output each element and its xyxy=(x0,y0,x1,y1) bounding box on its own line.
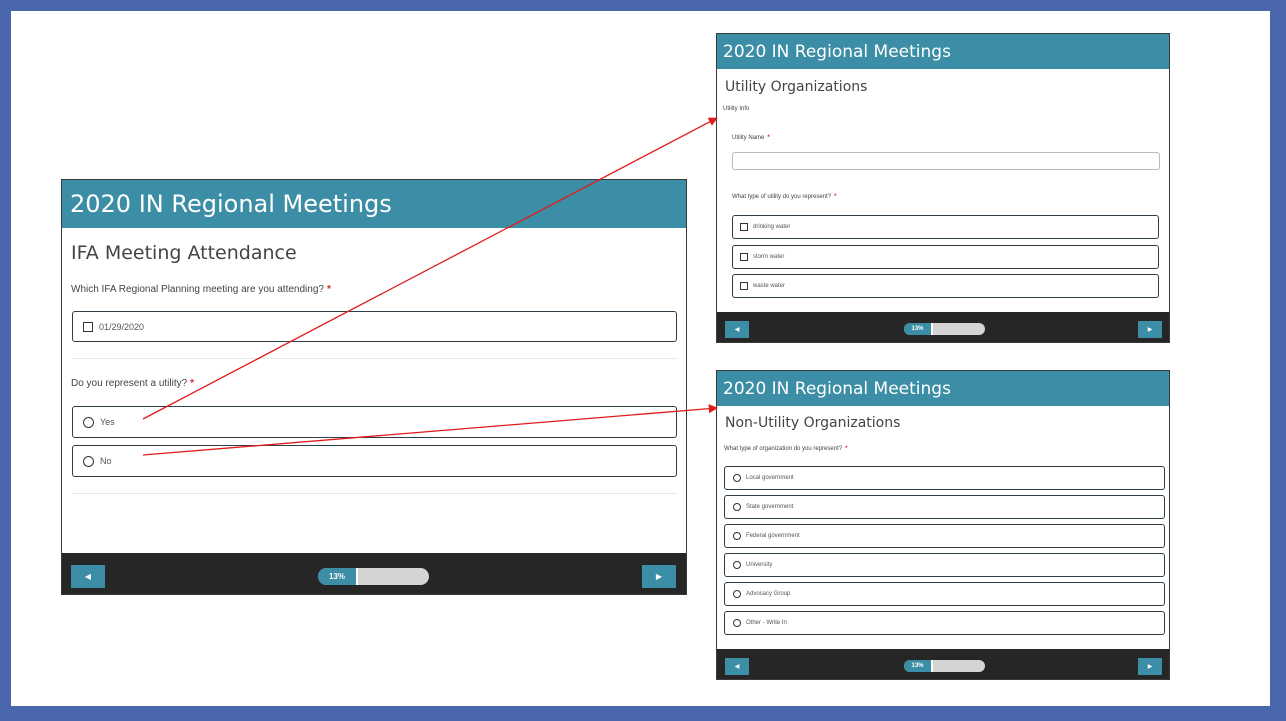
survey-header: 2020 IN Regional Meetings xyxy=(62,180,686,228)
chevron-left-icon: ◀ xyxy=(84,572,92,581)
option-state-government-label: State government xyxy=(746,504,794,510)
radio-icon[interactable] xyxy=(733,503,741,511)
option-other-write-in[interactable]: Other - Write In xyxy=(724,611,1165,635)
section-label: Utility Info xyxy=(723,106,750,112)
option-advocacy-group-label: Advocacy Group xyxy=(746,591,791,597)
utility-name-input[interactable] xyxy=(732,152,1160,170)
option-no-label: No xyxy=(100,456,112,466)
page-title: IFA Meeting Attendance xyxy=(71,242,297,264)
required-marker: * xyxy=(834,194,837,200)
chevron-left-icon: ◀ xyxy=(734,664,740,670)
required-marker: * xyxy=(190,378,195,389)
radio-icon[interactable] xyxy=(733,474,741,482)
option-federal-government[interactable]: Federal government xyxy=(724,524,1165,548)
option-federal-government-label: Federal government xyxy=(746,533,800,539)
option-state-government[interactable]: State government xyxy=(724,495,1165,519)
option-university[interactable]: University xyxy=(724,553,1165,577)
question-utility-name: Utility Name * xyxy=(732,135,770,141)
survey-title: 2020 IN Regional Meetings xyxy=(723,378,951,399)
option-meeting-date[interactable]: 01/29/2020 xyxy=(72,311,677,342)
required-marker: * xyxy=(845,446,848,452)
chevron-right-icon: ▶ xyxy=(1147,327,1153,333)
option-yes[interactable]: Yes xyxy=(72,406,677,438)
required-marker: * xyxy=(326,284,331,295)
survey-title: 2020 IN Regional Meetings xyxy=(723,41,951,62)
option-waste-water-label: waste water xyxy=(753,283,786,289)
chevron-right-icon: ▶ xyxy=(1147,664,1153,670)
previous-button[interactable]: ◀ xyxy=(725,321,749,338)
progress-label: 13% xyxy=(911,326,924,332)
option-advocacy-group[interactable]: Advocacy Group xyxy=(724,582,1165,606)
chevron-right-icon: ▶ xyxy=(655,572,663,581)
survey-footer: ◀ 13% ▶ xyxy=(717,312,1169,342)
question-utility-type: What type of utility do you represent? * xyxy=(732,194,836,200)
option-storm-water[interactable]: storm water xyxy=(732,245,1159,269)
radio-icon[interactable] xyxy=(733,561,741,569)
option-storm-water-label: storm water xyxy=(753,254,785,260)
radio-icon[interactable] xyxy=(83,455,94,467)
option-other-write-in-label: Other - Write In xyxy=(746,620,787,626)
option-local-government[interactable]: Local government xyxy=(724,466,1165,490)
radio-icon[interactable] xyxy=(733,590,741,598)
question-utility-name-label: Utility Name xyxy=(732,135,765,141)
option-local-government-label: Local government xyxy=(746,475,794,481)
divider xyxy=(72,493,677,494)
page-title: Non-Utility Organizations xyxy=(725,415,901,431)
question-organization-type-label: What type of organization do you represe… xyxy=(724,446,843,452)
option-no[interactable]: No xyxy=(72,445,677,477)
option-meeting-date-label: 01/29/2020 xyxy=(99,321,145,332)
radio-icon[interactable] xyxy=(733,619,741,627)
checkbox-icon[interactable] xyxy=(740,282,748,290)
survey-header: 2020 IN Regional Meetings xyxy=(717,34,1169,69)
option-waste-water[interactable]: waste water xyxy=(732,274,1159,298)
progress-fill: 13% xyxy=(904,660,933,672)
progress-label: 13% xyxy=(328,572,345,581)
progress-fill: 13% xyxy=(318,568,358,585)
next-button[interactable]: ▶ xyxy=(1138,321,1162,338)
survey-header: 2020 IN Regional Meetings xyxy=(717,371,1169,406)
next-button[interactable]: ▶ xyxy=(1138,658,1162,675)
option-drinking-water[interactable]: drinking water xyxy=(732,215,1159,239)
previous-button[interactable]: ◀ xyxy=(71,565,105,588)
option-yes-label: Yes xyxy=(100,417,115,427)
checkbox-icon[interactable] xyxy=(740,223,748,231)
survey-footer: ◀ 13% ▶ xyxy=(717,649,1169,679)
question-organization-type: What type of organization do you represe… xyxy=(724,446,847,452)
progress-bar: 13% xyxy=(904,323,985,335)
utility-survey-panel: 2020 IN Regional Meetings Utility Organi… xyxy=(716,33,1170,343)
question-meeting-label: Which IFA Regional Planning meeting are … xyxy=(71,284,324,295)
question-utility-type-label: What type of utility do you represent? xyxy=(732,194,832,200)
progress-fill: 13% xyxy=(904,323,933,335)
required-marker: * xyxy=(767,135,770,141)
question-meeting: Which IFA Regional Planning meeting are … xyxy=(71,284,331,295)
next-button[interactable]: ▶ xyxy=(642,565,676,588)
radio-icon[interactable] xyxy=(83,416,94,428)
progress-bar: 13% xyxy=(318,568,429,585)
previous-button[interactable]: ◀ xyxy=(725,658,749,675)
question-utility: Do you represent a utility? * xyxy=(71,378,194,389)
survey-title: 2020 IN Regional Meetings xyxy=(70,190,392,218)
nonutility-survey-panel: 2020 IN Regional Meetings Non-Utility Or… xyxy=(716,370,1170,680)
page-title: Utility Organizations xyxy=(725,79,868,95)
question-utility-label: Do you represent a utility? xyxy=(71,378,188,389)
radio-icon[interactable] xyxy=(733,532,741,540)
checkbox-icon[interactable] xyxy=(83,321,93,332)
checkbox-icon[interactable] xyxy=(740,253,748,261)
option-drinking-water-label: drinking water xyxy=(753,224,791,230)
divider xyxy=(72,358,677,359)
progress-bar: 13% xyxy=(904,660,985,672)
main-survey-panel: 2020 IN Regional Meetings IFA Meeting At… xyxy=(61,179,687,595)
progress-label: 13% xyxy=(911,663,924,669)
survey-footer: ◀ 13% ▶ xyxy=(62,553,686,594)
chevron-left-icon: ◀ xyxy=(734,327,740,333)
option-university-label: University xyxy=(746,562,773,568)
